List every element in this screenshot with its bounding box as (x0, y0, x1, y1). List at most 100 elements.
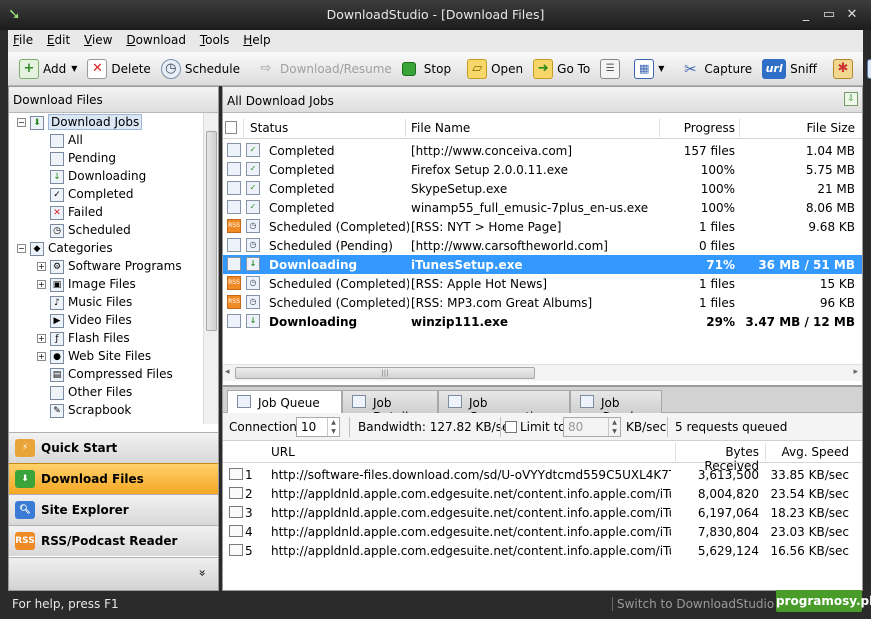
tab-job-queue[interactable]: Job Queue (227, 390, 342, 414)
expand-icon[interactable]: + (37, 280, 46, 289)
job-row[interactable]: ✓ Completed [http://www.conceiva.com] 157 f… (223, 141, 862, 160)
download-resume-button[interactable]: ⇨ Download/Resume (251, 55, 397, 83)
queue-row[interactable]: 2 http://appldnld.apple.com.edgesuite.net… (223, 484, 862, 503)
switch-mode-link[interactable]: Switch to DownloadStudio Mo (612, 597, 796, 611)
connections-value: 10 (301, 420, 317, 434)
stepper-arrows-icon[interactable]: ▲ ▼ (608, 418, 620, 436)
add-button[interactable]: + Add ▼ (14, 55, 82, 83)
maximize-button[interactable]: ▭ (820, 7, 838, 23)
collapse-icon[interactable]: − (17, 118, 26, 127)
queue-row[interactable]: 4 http://appldnld.apple.com.edgesuite.net… (223, 522, 862, 541)
nav-rss-podcast-reader[interactable]: RSS RSS/Podcast Reader (9, 525, 218, 556)
clipboard-button[interactable]: ✱ (828, 55, 862, 83)
job-file-cell: Firefox Setup 2.0.0.11.exe (411, 163, 568, 177)
nav-quick-start[interactable]: ⚡ Quick Start (9, 432, 218, 463)
col-file-name[interactable]: File Name (411, 121, 470, 135)
menu-edit[interactable]: Edit (42, 30, 75, 47)
jobs-hscrollbar[interactable]: ◂ ||| ▸ (223, 364, 862, 381)
refresh-icon[interactable]: ⇩ (844, 92, 858, 106)
tab-job-conversation[interactable]: Job Conversation (438, 390, 570, 424)
scroll-right-icon[interactable]: ▸ (853, 367, 858, 377)
tree-item-completed[interactable]: ✓ Completed (9, 185, 203, 203)
job-row[interactable]: ◷ Scheduled (Pending) [http://www.carsofth… (223, 236, 862, 255)
chevron-more-icon[interactable]: » (195, 569, 209, 576)
properties-button[interactable]: ☰ (595, 55, 629, 83)
close-button[interactable]: ✕ (843, 7, 861, 23)
tree-item-categories[interactable]: − ◆ Categories (9, 239, 203, 257)
goto-button[interactable]: ➜ Go To (528, 55, 595, 83)
menu-file[interactable]: File (8, 30, 38, 47)
tree-scrollbar[interactable] (203, 113, 218, 424)
queue-row[interactable]: 3 http://appldnld.apple.com.edgesuite.net… (223, 503, 862, 522)
tree-item-music-files[interactable]: ♪ Music Files (9, 293, 203, 311)
download-arrow-icon: ↓ (50, 169, 64, 184)
window-switch-button[interactable]: ⧉ (862, 55, 871, 83)
col-avg-speed[interactable]: Avg. Speed (769, 445, 849, 459)
job-row[interactable]: ✓ Completed Firefox Setup 2.0.0.11.exe 100%… (223, 160, 862, 179)
job-row[interactable]: ↓ Downloading iTunesSetup.exe 71% 36 MB / 51… (223, 255, 862, 274)
tree-item-downloading[interactable]: ↓ Downloading (9, 167, 203, 185)
job-row[interactable]: RSS ◷ Scheduled (Completed) [RSS: MP3.com G… (223, 293, 862, 312)
tree-item-flash-files[interactable]: + ƒ Flash Files (9, 329, 203, 347)
job-file-cell: [http://www.conceiva.com] (411, 144, 573, 158)
tree-item-scrapbook[interactable]: ✎ Scrapbook (9, 401, 203, 419)
job-row[interactable]: ✓ Completed winamp55_full_emusic-7plus_en-… (223, 198, 862, 217)
limit-stepper[interactable]: 80 ▲ ▼ (563, 417, 621, 437)
col-url[interactable]: URL (271, 445, 295, 459)
properties-icon: ☰ (600, 58, 621, 79)
collapse-icon[interactable]: − (17, 244, 26, 253)
connections-stepper[interactable]: 10 ▲ ▼ (296, 417, 340, 437)
delete-button[interactable]: ✕ Delete (82, 55, 155, 83)
col-status[interactable]: Status (250, 121, 288, 135)
expand-icon[interactable]: + (37, 352, 46, 361)
check-icon: ✓ (246, 162, 260, 176)
col-file-size[interactable]: File Size (743, 121, 855, 135)
menu-help[interactable]: Help (238, 30, 275, 47)
job-row[interactable]: RSS ◷ Scheduled (Completed) [RSS: NYT > Hom… (223, 217, 862, 236)
tab-job-graph[interactable]: Job Graph (570, 390, 662, 424)
tree-item-download-jobs[interactable]: − ⬇ Download Jobs (9, 113, 203, 131)
tree-item-scheduled[interactable]: ◷ Scheduled (9, 221, 203, 239)
tab-job-details[interactable]: Job Details (342, 390, 438, 424)
jobs-hscrollbar-thumb[interactable]: ||| (235, 367, 535, 379)
tree-item-compressed-files[interactable]: ▤ Compressed Files (9, 365, 203, 383)
open-button[interactable]: ▱ Open (462, 55, 528, 83)
queue-column-header: URL Bytes Received Avg. Speed (223, 441, 862, 473)
file-icon (227, 181, 241, 195)
menu-download[interactable]: Download (121, 30, 191, 47)
stepper-arrows-icon[interactable]: ▲ ▼ (327, 418, 339, 436)
tree-item-web-site-files[interactable]: + ● Web Site Files (9, 347, 203, 365)
queue-row[interactable]: 1 http://software-files.download.com/sd/U… (223, 465, 862, 484)
menu-tools[interactable]: Tools (195, 30, 235, 47)
tree-item-label: Scheduled (68, 223, 131, 237)
rss-icon: RSS (15, 532, 35, 550)
tree-item-pending[interactable]: Pending (9, 149, 203, 167)
expand-icon[interactable]: + (37, 262, 46, 271)
minimize-button[interactable]: _ (797, 7, 815, 23)
stop-button[interactable]: Stop (397, 55, 456, 83)
job-row[interactable]: ↓ Downloading winzip111.exe 29% 3.47 MB / 12… (223, 312, 862, 331)
nav-download-files[interactable]: ⬇ Download Files (9, 463, 218, 494)
col-progress[interactable]: Progress (663, 121, 735, 135)
file-icon (227, 238, 241, 252)
capture-button[interactable]: ✂ Capture (675, 55, 757, 83)
queue-row[interactable]: 5 http://appldnld.apple.com.edgesuite.net… (223, 541, 862, 560)
menu-view[interactable]: View (79, 30, 117, 47)
job-row[interactable]: ✓ Completed SkypeSetup.exe 100% 21 MB (223, 179, 862, 198)
schedule-button[interactable]: ◷ Schedule (156, 55, 245, 83)
nav-site-explorer[interactable]: 🔍︎ Site Explorer (9, 494, 218, 525)
limit-checkbox[interactable] (505, 421, 517, 433)
job-row[interactable]: RSS ◷ Scheduled (Completed) [RSS: Apple Hot… (223, 274, 862, 293)
tree-item-failed[interactable]: ✕ Failed (9, 203, 203, 221)
tree-item-software-programs[interactable]: + ⚙ Software Programs (9, 257, 203, 275)
tree-item-other-files[interactable]: Other Files (9, 383, 203, 401)
view-mode-button[interactable]: ▦ ▼ (629, 55, 669, 83)
expand-icon[interactable]: + (37, 334, 46, 343)
sniff-button[interactable]: url Sniff (757, 55, 822, 83)
tree-item-image-files[interactable]: + ▣ Image Files (9, 275, 203, 293)
tree-item-video-files[interactable]: ▶ Video Files (9, 311, 203, 329)
tree-item-label: Video Files (68, 313, 132, 327)
tree-scrollbar-thumb[interactable] (206, 131, 217, 331)
scroll-left-icon[interactable]: ◂ (225, 367, 230, 377)
tree-item-all[interactable]: All (9, 131, 203, 149)
